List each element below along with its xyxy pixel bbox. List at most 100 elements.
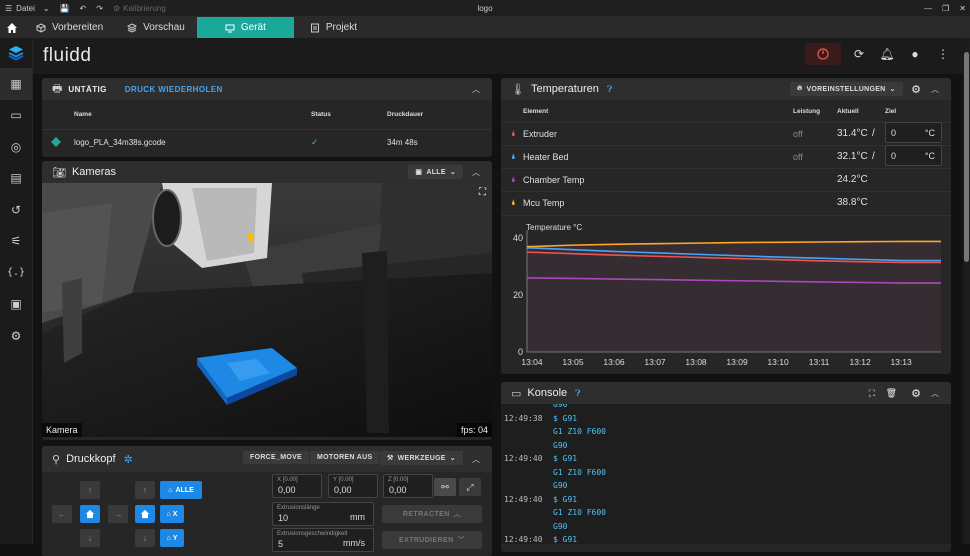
retract-button[interactable]: RETRACTEN ︿ <box>382 505 482 523</box>
temperature-row[interactable]: 🌢︎ Mcu Temp 38.8°C <box>501 191 951 214</box>
more-vert-icon[interactable]: ⋮ <box>933 43 953 65</box>
x-tick-label: 13:05 <box>562 357 584 367</box>
extrude-button[interactable]: EXTRUDIEREN ﹀ <box>382 531 482 549</box>
target-input[interactable]: 0 °C <box>885 145 942 166</box>
tab-preview[interactable]: Vorschau <box>115 17 197 38</box>
settings-gear-icon[interactable]: ⚙ <box>911 387 921 400</box>
collapse-icon[interactable]: ︿ <box>931 388 939 399</box>
home-xy-button[interactable] <box>80 505 100 523</box>
temperature-row[interactable]: 🌢︎ Heater Bed off 32.1°C / 0 °C <box>501 145 951 168</box>
console-response: G90 <box>553 404 568 409</box>
fullscreen-icon[interactable]: ⛶ <box>479 187 486 198</box>
settings-icon[interactable]: ⚙ <box>0 320 32 352</box>
presets-button[interactable]: 🔥︎ VOREINSTELLUNGEN ⌄ <box>790 82 903 96</box>
tab-prepare[interactable]: Vorbereiten <box>24 17 115 38</box>
camera-view-icon[interactable]: ◎ <box>0 131 32 163</box>
thermometer-icon: 🌡︎ <box>511 83 525 96</box>
collapse-icon[interactable]: ︿ <box>472 454 480 465</box>
jog-z-minus-button[interactable]: ↓ <box>135 529 155 547</box>
extrude-speed-field[interactable]: Extrusionsgeschwindigkeit 5 mm/s <box>272 528 374 552</box>
force-move-button[interactable]: FORCE_MOVE <box>243 451 310 464</box>
undo-icon[interactable]: ↶ <box>75 0 92 17</box>
home-x-button[interactable]: ⌂ X <box>160 505 184 523</box>
presets-label: VOREINSTELLUNGEN <box>806 85 886 93</box>
fullscreen-icon[interactable]: ⛶ <box>869 388 875 399</box>
temperature-row[interactable]: 🌢︎ Extruder off 31.4°C / 0 °C <box>501 122 951 145</box>
tab-prepare-label: Vorbereiten <box>52 22 104 33</box>
dashboard-icon[interactable]: ▦ <box>0 68 32 100</box>
help-icon[interactable]: ❓︎ <box>607 84 612 95</box>
config-icon[interactable]: {.} <box>0 257 32 289</box>
brand-title: fluidd <box>43 45 92 66</box>
jog-y-plus-button[interactable]: ↑ <box>80 481 100 499</box>
navigation-rail: ▦ ▭ ◎ ▤ ↺ ⚟ {.} ▣ ⚙ <box>0 38 33 544</box>
close-icon[interactable]: ✕ <box>959 4 966 13</box>
temperature-row[interactable]: 🌢︎ Chamber Temp 24.2°C <box>501 168 951 191</box>
cameras-all-button[interactable]: ▣ ALLE ⌄ <box>408 165 463 179</box>
collapse-icon[interactable]: ︿ <box>472 84 480 95</box>
tab-device[interactable]: Gerät <box>196 17 294 38</box>
trash-icon[interactable]: 🗑︎ <box>886 388 897 399</box>
move-mode-button[interactable]: ⚯ <box>434 478 456 496</box>
console-response: G90 <box>553 521 568 531</box>
toolhead-title: Druckkopf <box>66 453 116 465</box>
tune-icon[interactable]: ⚟ <box>0 226 32 258</box>
jog-y-minus-button[interactable]: ↓ <box>80 529 100 547</box>
console-response: G1 Z10 F600 <box>553 508 606 517</box>
emergency-stop-button[interactable] <box>805 43 841 65</box>
job-duration: 34m 48s <box>387 137 418 147</box>
camera-small-icon: ▣ <box>415 169 423 176</box>
home-z-button[interactable] <box>135 505 155 523</box>
z-position-field[interactable]: Z [0.00] 0,00 <box>383 474 433 498</box>
col-name: Name <box>74 111 92 118</box>
system-icon[interactable]: ▣ <box>0 289 32 321</box>
files-icon[interactable]: ▤ <box>0 163 32 195</box>
settings-gear-icon[interactable]: ⚙ <box>911 83 921 96</box>
target-separator: / <box>872 151 875 162</box>
reprint-button[interactable]: DRUCK WIEDERHOLEN <box>125 85 223 94</box>
job-row[interactable]: logo_PLA_34m38s.gcode ✓ 34m 48s <box>42 129 492 154</box>
y-position-field[interactable]: Y [0.00] 0,00 <box>328 474 378 498</box>
camera-image <box>42 183 492 437</box>
x-position-field[interactable]: X [0.00] 0,00 <box>272 474 322 498</box>
user-icon[interactable]: ● <box>905 43 925 65</box>
sensor-actual: 24.2°C <box>837 174 868 185</box>
bell-icon[interactable]: 🔔︎ <box>877 43 897 65</box>
home-y-button[interactable]: ⌂ Y <box>160 529 184 547</box>
expand-icon[interactable]: ⤢ <box>459 478 481 496</box>
target-input[interactable]: 0 °C <box>885 122 942 143</box>
minimize-icon[interactable]: — <box>924 4 932 13</box>
status-card: 🖶︎ UNTÄTIG DRUCK WIEDERHOLEN ︿ Name Stat… <box>42 78 492 157</box>
redo-icon[interactable]: ↷ <box>91 0 108 17</box>
jog-x-minus-button[interactable]: ← <box>52 505 72 523</box>
collapse-icon[interactable]: ︿ <box>931 84 939 95</box>
console-title: Konsole <box>527 387 568 399</box>
x-tick-label: 13:06 <box>603 357 625 367</box>
col-status: Status <box>311 111 331 118</box>
collapse-icon[interactable]: ︿ <box>472 167 480 178</box>
save-icon[interactable]: 💾 <box>55 0 75 17</box>
cameras-title: Kameras <box>71 166 116 178</box>
restart-icon[interactable]: ⟳ <box>849 43 869 65</box>
tools-menu-button[interactable]: ⚒ WERKZEUGE ⌄ <box>380 451 463 465</box>
tab-project[interactable]: Projekt <box>294 17 369 38</box>
chart-plot: 0 20 40 13:04 13:05 13:06 13:07 13:08 13:09 13:10… <box>513 230 941 367</box>
menu-button[interactable]: ☰ Datei ⌄ <box>0 0 55 17</box>
home-tab[interactable] <box>0 17 24 38</box>
calibration-menu[interactable]: ⚙ Kalibrierung <box>108 0 171 17</box>
motors-off-button[interactable]: MOTOREN AUS <box>310 451 380 464</box>
logo-icon[interactable] <box>0 38 32 68</box>
terminal-icon[interactable]: ▭ <box>0 100 32 132</box>
history-icon[interactable]: ↺ <box>0 194 32 226</box>
home-icon: ⌂ <box>166 534 171 542</box>
col-target: Ziel <box>885 108 897 115</box>
x-tick-label: 13:08 <box>685 357 707 367</box>
jog-z-plus-button[interactable]: ↑ <box>135 481 155 499</box>
page-scrollbar[interactable] <box>963 38 970 544</box>
extrude-length-field[interactable]: Extrusionslänge 10 mm <box>272 502 374 526</box>
jog-x-plus-button[interactable]: → <box>108 505 128 523</box>
fan-icon[interactable]: ✲ <box>124 453 133 466</box>
home-all-button[interactable]: ⌂ ALLE <box>160 481 202 499</box>
help-icon[interactable]: ❓︎ <box>575 388 580 399</box>
restore-icon[interactable]: ❐ <box>942 4 949 13</box>
